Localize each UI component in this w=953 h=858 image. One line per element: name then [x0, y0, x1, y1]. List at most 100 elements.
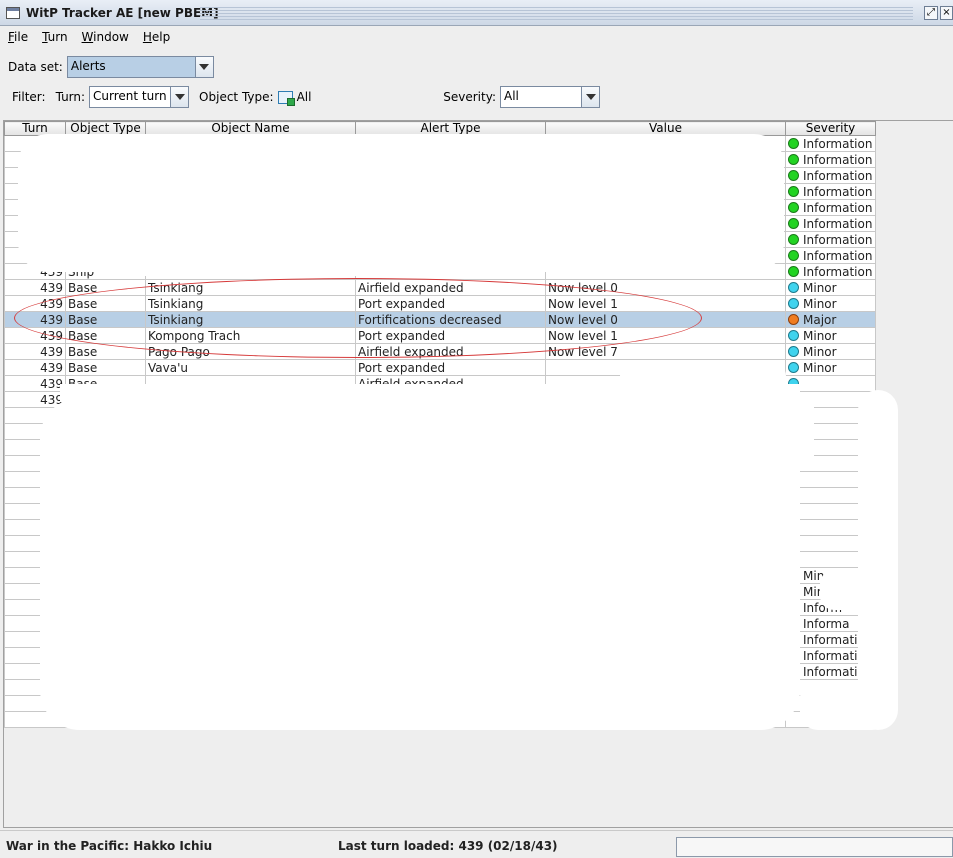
severity-text: Information	[803, 168, 873, 183]
severity-text: Minor	[803, 328, 837, 343]
redaction-top	[18, 134, 784, 272]
redaction-severity-d	[800, 680, 890, 730]
severity-dot-icon	[788, 346, 799, 357]
cell-turn: 439	[4, 279, 66, 296]
menu-turn[interactable]: Turn	[36, 30, 73, 44]
severity-text: Information	[803, 264, 873, 279]
severity-indicator: Information	[788, 265, 873, 279]
title-bar-texture	[200, 6, 913, 20]
cell-severity: Information	[785, 263, 876, 280]
cell-severity: Information	[785, 135, 876, 152]
severity-text: Informatio	[803, 664, 865, 679]
severity-dot-icon	[788, 330, 799, 341]
status-progress-box	[676, 837, 953, 857]
cell-severity: Information	[785, 231, 876, 248]
severity-text: Information	[803, 184, 873, 199]
severity-indicator: Information	[788, 217, 873, 231]
severity-text: Minor	[803, 344, 837, 359]
dataset-value: Alerts	[67, 57, 195, 77]
severity-dot-icon	[788, 138, 799, 149]
severity-indicator	[788, 378, 873, 389]
cell-severity: Minor	[785, 279, 876, 296]
redaction-bottom	[40, 398, 800, 730]
object-type-value[interactable]: All	[297, 90, 312, 104]
severity-text: Informa	[803, 616, 850, 631]
cell-severity: Minor	[785, 295, 876, 312]
menu-help[interactable]: Help	[137, 30, 176, 44]
severity-dot-icon	[788, 250, 799, 261]
cell-turn: 439	[4, 359, 66, 376]
severity-text: Information	[803, 136, 873, 151]
chevron-down-icon[interactable]	[194, 57, 213, 77]
window-icon	[6, 6, 20, 19]
severity-indicator: Information	[788, 201, 873, 215]
highlight-annotation	[14, 278, 702, 358]
status-bar: War in the Pacific: Hakko Ichiu Last tur…	[0, 830, 953, 858]
severity-select[interactable]: All	[500, 86, 600, 108]
severity-dot-icon	[788, 234, 799, 245]
cell-object-type: Base	[65, 359, 146, 376]
cell-severity: Major	[785, 311, 876, 328]
severity-text: Minor	[803, 296, 837, 311]
close-icon[interactable]: ×	[940, 6, 953, 20]
severity-indicator: Information	[788, 137, 873, 151]
severity-text: Information	[803, 200, 873, 215]
severity-indicator: Minor	[788, 361, 873, 375]
object-type-label: Object Type:	[199, 90, 274, 104]
redaction-severity-a	[784, 392, 814, 462]
object-type-filter-icon[interactable]	[277, 90, 295, 106]
severity-text: Information	[803, 248, 873, 263]
chevron-down-icon[interactable]	[170, 87, 189, 107]
cell-turn: 439	[4, 343, 66, 360]
severity-dot-icon	[788, 362, 799, 373]
status-game-name: War in the Pacific: Hakko Ichiu	[6, 839, 213, 853]
cell-severity: Information	[785, 183, 876, 200]
cell-severity: Minor	[785, 327, 876, 344]
severity-text: Information	[803, 232, 873, 247]
severity-indicator: Minor	[788, 329, 873, 343]
cell-turn: 439	[4, 375, 66, 392]
severity-dot-icon	[788, 154, 799, 165]
severity-text: Informatio	[803, 648, 865, 663]
cell-severity: Information	[785, 151, 876, 168]
severity-text: Information	[803, 152, 873, 167]
severity-indicator: Minor	[788, 281, 873, 295]
dataset-select[interactable]: Alerts	[66, 56, 214, 78]
filter-row: Filter: Turn: Current turn Object Type: …	[12, 85, 612, 109]
turn-value: Current turn	[93, 89, 167, 103]
severity-indicator: Information	[788, 185, 873, 199]
menu-window[interactable]: Window	[76, 30, 135, 44]
cell-severity: Information	[785, 199, 876, 216]
severity-label: Severity:	[443, 90, 496, 104]
cell-severity: Information	[785, 167, 876, 184]
column-header-severity[interactable]: Severity	[785, 121, 876, 136]
severity-text: Minor	[803, 280, 837, 295]
severity-indicator: Information	[788, 249, 873, 263]
severity-text: Informati	[803, 632, 858, 647]
severity-dot-icon	[788, 170, 799, 181]
severity-text: Minor	[803, 360, 837, 375]
filter-label: Filter:	[12, 90, 46, 104]
window-title: WitP Tracker AE [new PBEM]	[26, 5, 219, 20]
turn-label: Turn:	[55, 90, 86, 104]
cell-severity: Information	[785, 247, 876, 264]
severity-indicator: Information	[788, 169, 873, 183]
restore-icon[interactable]: ⤢	[924, 6, 938, 20]
severity-dot-icon	[788, 266, 799, 277]
title-bar: WitP Tracker AE [new PBEM] ⤢ ×	[0, 0, 953, 26]
severity-indicator: Major	[788, 313, 873, 327]
severity-indicator: Information	[788, 153, 873, 167]
redaction-severity-c	[820, 570, 890, 610]
cell-severity: Minor	[785, 343, 876, 360]
severity-dot-icon	[788, 186, 799, 197]
cell-severity: Information	[785, 215, 876, 232]
chevron-down-icon[interactable]	[581, 87, 599, 107]
menu-file[interactable]: File	[2, 30, 34, 44]
severity-indicator: Information	[788, 233, 873, 247]
cell-severity: Minor	[785, 359, 876, 376]
severity-text: Information	[803, 216, 873, 231]
severity-dot-icon	[788, 314, 799, 325]
turn-select[interactable]: Current turn	[89, 86, 190, 108]
severity-indicator: Minor	[788, 297, 873, 311]
dataset-row: Data set: Alerts	[8, 55, 214, 79]
